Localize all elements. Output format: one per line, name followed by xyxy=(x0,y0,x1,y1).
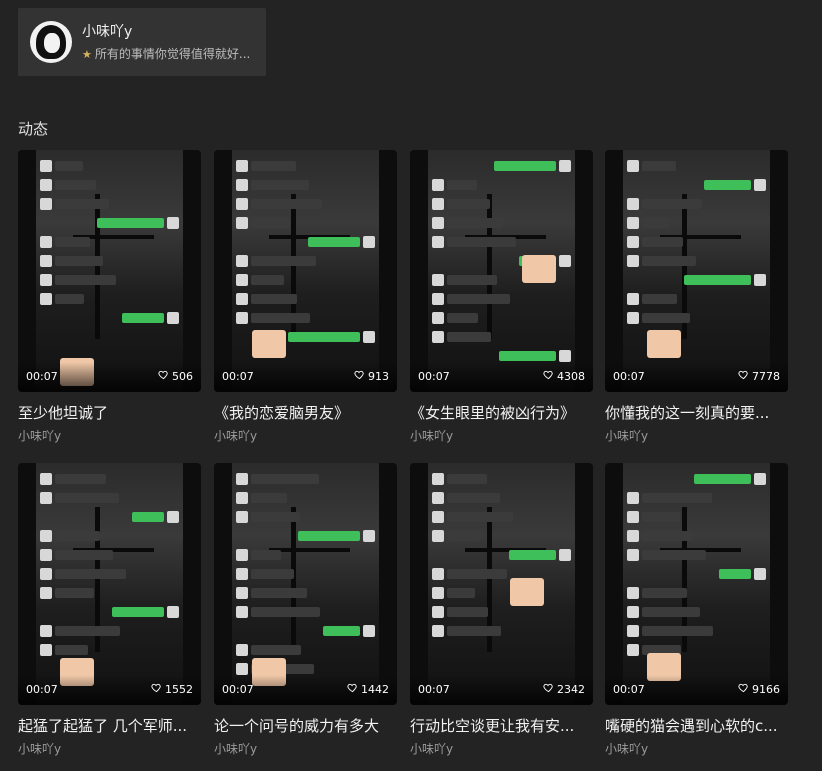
like-count-value: 1442 xyxy=(361,682,389,696)
section-title: 动态 xyxy=(18,120,49,138)
video-author[interactable]: 小味吖y xyxy=(410,740,453,757)
video-title[interactable]: 行动比空谈更让我有安... xyxy=(410,715,593,736)
like-count-value: 2342 xyxy=(557,682,585,696)
like-count: 913 xyxy=(354,369,389,383)
video-thumbnail[interactable]: 00:07 2342 xyxy=(410,463,593,705)
video-thumbnail[interactable]: 00:07 913 xyxy=(214,150,397,392)
like-count-value: 4308 xyxy=(557,369,585,383)
avatar[interactable] xyxy=(30,21,72,63)
video-duration: 00:07 xyxy=(222,683,254,696)
heart-icon xyxy=(354,369,368,383)
profile-signature: ★ 所有的事情你觉得值得就好... xyxy=(82,45,250,62)
like-count-value: 9166 xyxy=(752,682,780,696)
like-count: 1442 xyxy=(347,682,389,696)
heart-icon xyxy=(151,682,165,696)
like-count-value: 913 xyxy=(368,369,389,383)
heart-icon xyxy=(543,682,557,696)
video-card[interactable]: 00:07 2342 行动比空谈更让我有安... 小味吖y xyxy=(410,463,593,756)
video-card[interactable]: 00:07 4308 《女生眼里的被凶行为》小味吖y xyxy=(410,150,593,443)
like-count-value: 1552 xyxy=(165,682,193,696)
heart-icon xyxy=(543,369,557,383)
video-author[interactable]: 小味吖y xyxy=(410,427,453,444)
video-duration: 00:07 xyxy=(222,370,254,383)
video-title[interactable]: 《我的恋爱脑男友》 xyxy=(214,402,397,423)
video-duration: 00:07 xyxy=(418,683,450,696)
video-thumbnail[interactable]: 00:07 9166 xyxy=(605,463,788,705)
video-title[interactable]: 《女生眼里的被凶行为》 xyxy=(410,402,593,423)
video-card[interactable]: 00:07 9166 嘴硬的猫会遇到心软的c... 小味吖y xyxy=(605,463,788,756)
like-count: 7778 xyxy=(738,369,780,383)
video-author[interactable]: 小味吖y xyxy=(605,740,648,757)
like-count: 506 xyxy=(158,369,193,383)
video-thumbnail[interactable]: 00:07 7778 xyxy=(605,150,788,392)
video-card[interactable]: 00:07 506 至少他坦诚了小味吖y xyxy=(18,150,201,443)
video-thumbnail[interactable]: 00:07 1442 xyxy=(214,463,397,705)
heart-icon xyxy=(347,682,361,696)
profile-name[interactable]: 小味吖y xyxy=(82,23,250,41)
video-title[interactable]: 至少他坦诚了 xyxy=(18,402,201,423)
like-count: 4308 xyxy=(543,369,585,383)
video-author[interactable]: 小味吖y xyxy=(214,427,257,444)
video-card[interactable]: 00:07 913 《我的恋爱脑男友》小味吖y xyxy=(214,150,397,443)
video-card[interactable]: 00:07 1442 论一个问号的威力有多大小味吖y xyxy=(214,463,397,756)
video-author[interactable]: 小味吖y xyxy=(214,740,257,757)
video-duration: 00:07 xyxy=(613,683,645,696)
video-author[interactable]: 小味吖y xyxy=(18,740,61,757)
profile-text: 小味吖y ★ 所有的事情你觉得值得就好... xyxy=(82,23,250,62)
video-author[interactable]: 小味吖y xyxy=(605,427,648,444)
like-count-value: 7778 xyxy=(752,369,780,383)
heart-icon xyxy=(158,369,172,383)
video-thumbnail[interactable]: 00:07 4308 xyxy=(410,150,593,392)
video-title[interactable]: 起猛了起猛了 几个军师... xyxy=(18,715,201,736)
like-count: 9166 xyxy=(738,682,780,696)
video-card[interactable]: 00:07 1552 起猛了起猛了 几个军师... 小味吖y xyxy=(18,463,201,756)
like-count: 2342 xyxy=(543,682,585,696)
video-title[interactable]: 你懂我的这一刻真的要... xyxy=(605,402,788,423)
video-duration: 00:07 xyxy=(613,370,645,383)
video-duration: 00:07 xyxy=(26,370,58,383)
signature-text: 所有的事情你觉得值得就好... xyxy=(94,46,251,61)
heart-icon xyxy=(738,682,752,696)
like-count: 1552 xyxy=(151,682,193,696)
video-title[interactable]: 论一个问号的威力有多大 xyxy=(214,715,397,736)
video-author[interactable]: 小味吖y xyxy=(18,427,61,444)
star-icon: ★ xyxy=(82,47,92,61)
video-title[interactable]: 嘴硬的猫会遇到心软的c... xyxy=(605,715,788,736)
video-duration: 00:07 xyxy=(418,370,450,383)
profile-card[interactable]: 小味吖y ★ 所有的事情你觉得值得就好... xyxy=(18,8,266,76)
video-thumbnail[interactable]: 00:07 1552 xyxy=(18,463,201,705)
video-card[interactable]: 00:07 7778 你懂我的这一刻真的要... 小味吖y xyxy=(605,150,788,443)
video-duration: 00:07 xyxy=(26,683,58,696)
heart-icon xyxy=(738,369,752,383)
like-count-value: 506 xyxy=(172,369,193,383)
video-thumbnail[interactable]: 00:07 506 xyxy=(18,150,201,392)
